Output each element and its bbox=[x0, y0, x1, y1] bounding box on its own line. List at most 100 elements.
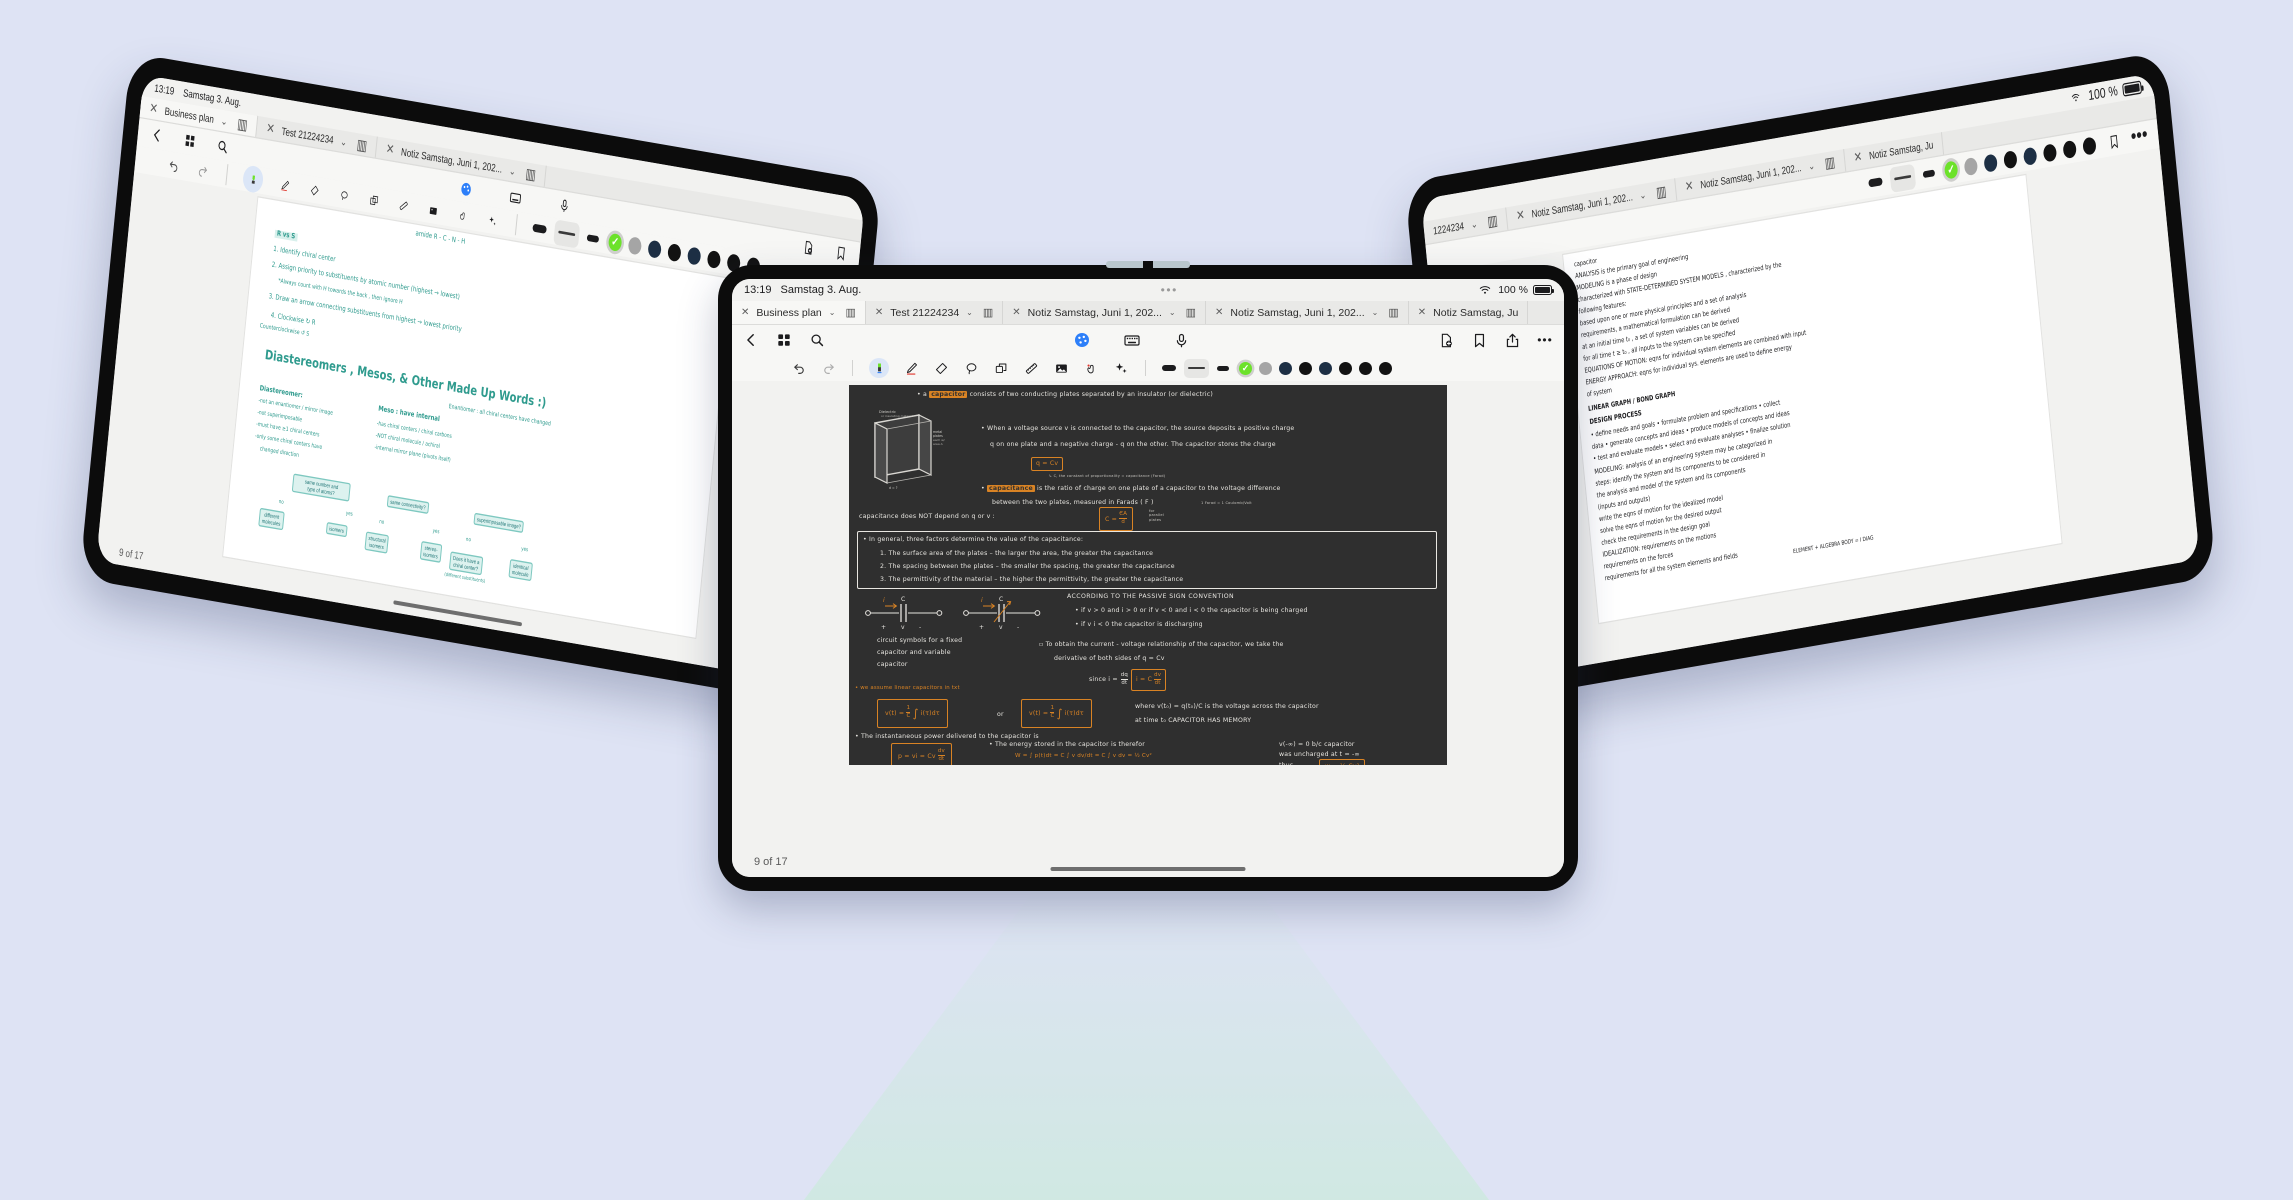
split-view-icon[interactable]: ▥ bbox=[525, 165, 537, 184]
toolbar-tools[interactable] bbox=[732, 355, 1564, 381]
tab-business-plan[interactable]: ✕ Business plan ⌄ ▥ bbox=[732, 301, 866, 324]
flow-node-7[interactable]: identical molecule bbox=[508, 559, 533, 582]
close-icon[interactable]: ✕ bbox=[741, 307, 749, 318]
chevron-down-icon[interactable]: ⌄ bbox=[1169, 308, 1176, 317]
ruler-tool[interactable] bbox=[1023, 360, 1039, 376]
pen-tool[interactable] bbox=[276, 173, 294, 197]
search-icon[interactable] bbox=[809, 332, 825, 348]
color-swatch-2[interactable] bbox=[1279, 361, 1292, 375]
redo-icon[interactable] bbox=[820, 360, 836, 376]
color-palette[interactable] bbox=[1239, 361, 1392, 375]
close-icon[interactable]: ✕ bbox=[1012, 307, 1020, 318]
chevron-down-icon[interactable]: ⌄ bbox=[966, 308, 973, 317]
eraser-tool[interactable] bbox=[305, 178, 323, 202]
color-swatch-2[interactable] bbox=[1983, 152, 1998, 173]
tab-notiz-4[interactable]: ✕ Notiz Samstag, Ju bbox=[1409, 301, 1529, 324]
palette-icon[interactable] bbox=[1074, 332, 1090, 348]
share-icon[interactable] bbox=[1504, 332, 1520, 348]
undo-icon[interactable] bbox=[791, 360, 807, 376]
lasso-tool[interactable] bbox=[335, 183, 353, 207]
stroke-width-medium[interactable] bbox=[1889, 163, 1917, 193]
undo-redo-group[interactable] bbox=[791, 360, 836, 376]
color-swatch-0[interactable] bbox=[1943, 159, 1959, 179]
ai-tool[interactable] bbox=[1113, 360, 1129, 376]
highlighter-tool[interactable] bbox=[869, 358, 889, 378]
split-view-icon[interactable]: ▥ bbox=[237, 115, 249, 134]
lasso-tool[interactable] bbox=[963, 360, 979, 376]
stroke-width-thin[interactable] bbox=[1922, 168, 1936, 178]
split-view-icon[interactable]: ▥ bbox=[1655, 183, 1667, 202]
eraser-tool[interactable] bbox=[933, 360, 949, 376]
tab-bar[interactable]: ✕ Business plan ⌄ ▥ ✕ Test 21224234 ⌄ ▥ … bbox=[732, 301, 1564, 325]
color-swatch-4[interactable] bbox=[686, 245, 702, 266]
color-swatch-0[interactable] bbox=[607, 232, 623, 252]
image-tool[interactable] bbox=[1053, 360, 1069, 376]
add-page-icon[interactable] bbox=[799, 236, 817, 260]
keyboard-icon[interactable] bbox=[506, 185, 524, 209]
stroke-width-group[interactable] bbox=[1162, 358, 1229, 378]
color-swatch-5[interactable] bbox=[706, 249, 722, 269]
chevron-left-icon[interactable] bbox=[743, 332, 759, 348]
add-page-icon[interactable] bbox=[1438, 332, 1454, 348]
color-swatch-4[interactable] bbox=[2022, 145, 2038, 166]
flow-node-3[interactable]: same connectivity? bbox=[386, 495, 430, 515]
color-swatch-7[interactable] bbox=[1379, 361, 1392, 375]
microphone-icon[interactable] bbox=[1174, 332, 1190, 348]
tab-notiz-3[interactable]: ✕ Notiz Samstag, Juni 1, 202... ⌄ ▥ bbox=[1206, 301, 1409, 324]
stroke-width-medium[interactable] bbox=[553, 218, 581, 249]
redo-icon[interactable] bbox=[194, 159, 212, 183]
toolbar-primary[interactable]: ••• bbox=[732, 325, 1564, 355]
chevron-down-icon[interactable]: ⌄ bbox=[829, 308, 836, 317]
palette-icon[interactable] bbox=[457, 177, 475, 201]
color-swatch-3[interactable] bbox=[667, 242, 682, 262]
split-view-icon[interactable]: ▥ bbox=[983, 306, 993, 319]
flow-node-1[interactable]: different molecules bbox=[258, 507, 285, 531]
chevron-down-icon[interactable]: ⌄ bbox=[340, 135, 348, 148]
right-note-page[interactable]: capacitor ANALYSIS is the primary goal o… bbox=[1561, 173, 2063, 625]
color-swatch-1[interactable] bbox=[627, 235, 643, 255]
split-view-icon[interactable]: ▥ bbox=[1388, 306, 1398, 319]
more-options-icon[interactable]: ••• bbox=[1537, 332, 1553, 348]
bookmark-icon[interactable] bbox=[832, 242, 850, 266]
flow-node-2[interactable]: isomers bbox=[325, 522, 348, 538]
shape-tool[interactable] bbox=[365, 188, 383, 212]
close-icon[interactable]: ✕ bbox=[1853, 150, 1863, 166]
color-swatch-1[interactable] bbox=[1963, 156, 1979, 176]
stroke-width-thick[interactable] bbox=[532, 223, 547, 234]
flow-node-8[interactable]: Does it have a chiral center? bbox=[448, 551, 484, 576]
undo-icon[interactable] bbox=[165, 154, 183, 178]
close-icon[interactable]: ✕ bbox=[1516, 208, 1526, 224]
flow-node-6[interactable]: superimposable image? bbox=[473, 512, 525, 534]
pen-tool[interactable] bbox=[903, 360, 919, 376]
color-swatch-7[interactable] bbox=[2082, 135, 2097, 156]
bookmark-icon[interactable] bbox=[1471, 332, 1487, 348]
stroke-width-thin[interactable] bbox=[586, 233, 600, 243]
more-options-icon[interactable]: ••• bbox=[2130, 124, 2149, 149]
close-icon[interactable]: ✕ bbox=[266, 121, 276, 137]
tab-notiz-2[interactable]: ✕ Notiz Samstag, Juni 1, 202... ⌄ ▥ bbox=[1003, 301, 1207, 324]
chevron-down-icon[interactable]: ⌄ bbox=[1808, 160, 1816, 173]
hand-tool[interactable] bbox=[454, 204, 472, 228]
home-indicator[interactable] bbox=[1050, 867, 1246, 871]
hand-tool[interactable] bbox=[1083, 360, 1099, 376]
tool-group[interactable] bbox=[869, 358, 1129, 378]
window-handle[interactable]: ••• bbox=[861, 284, 1477, 296]
chevron-down-icon[interactable]: ⌄ bbox=[1470, 218, 1478, 231]
color-swatch-4[interactable] bbox=[1319, 361, 1332, 375]
microphone-icon[interactable] bbox=[556, 194, 574, 218]
color-swatch-3[interactable] bbox=[1299, 361, 1312, 375]
color-swatch-6[interactable] bbox=[1359, 361, 1372, 375]
ruler-tool[interactable] bbox=[394, 193, 412, 217]
bookmark-icon[interactable] bbox=[2105, 129, 2123, 153]
page-grid-icon[interactable] bbox=[776, 332, 792, 348]
flow-node-4[interactable]: structural isomers bbox=[364, 531, 390, 554]
color-swatch-0[interactable] bbox=[1239, 361, 1252, 375]
chevron-down-icon[interactable]: ⌄ bbox=[220, 114, 228, 127]
close-icon[interactable]: ✕ bbox=[1418, 307, 1426, 318]
split-view-icon[interactable]: ▥ bbox=[1487, 212, 1499, 231]
close-icon[interactable]: ✕ bbox=[149, 101, 159, 117]
color-swatch-2[interactable] bbox=[647, 239, 662, 259]
tab-test-21224234[interactable]: ✕ Test 21224234 ⌄ ▥ bbox=[866, 301, 1004, 324]
chevron-down-icon[interactable]: ⌄ bbox=[509, 164, 517, 177]
chevron-down-icon[interactable]: ⌄ bbox=[1639, 189, 1647, 202]
